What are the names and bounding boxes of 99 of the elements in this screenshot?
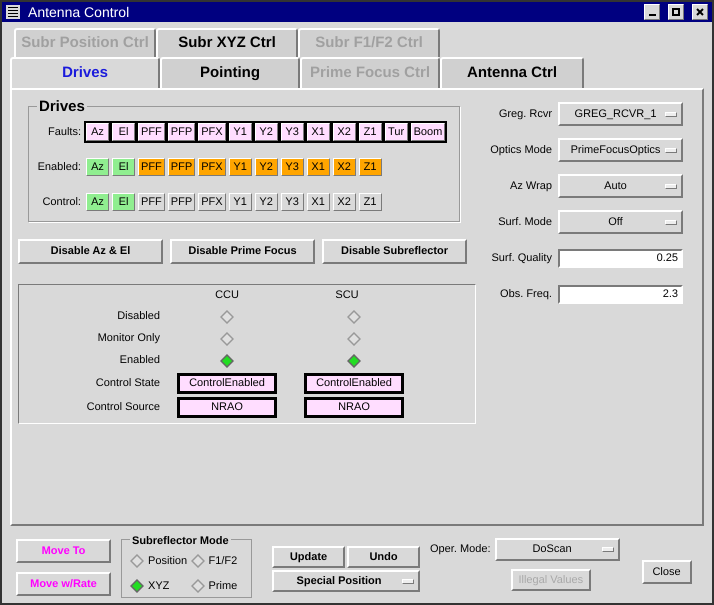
drive-indicator: X2 <box>332 123 356 141</box>
drive-indicator: X1 <box>306 193 330 211</box>
radio-option[interactable]: XYZ <box>130 575 190 597</box>
drive-indicator: PFX <box>198 193 226 211</box>
dropdown-indicator-icon <box>602 547 614 552</box>
dropdown[interactable]: PrimeFocusOptics <box>558 138 683 162</box>
drive-indicator: X1 <box>306 158 330 176</box>
status-value: ControlEnabled <box>177 373 277 394</box>
setting-label: Az Wrap <box>509 178 552 194</box>
radio-diamond[interactable] <box>220 332 234 346</box>
drive-indicator: El <box>112 123 135 141</box>
input-field[interactable]: 0.25 <box>558 248 683 268</box>
radio-diamond[interactable] <box>190 554 204 568</box>
radio-option[interactable]: F1/F2 <box>190 550 251 572</box>
drive-indicator: X2 <box>332 193 356 211</box>
drive-indicator: Y1 <box>228 123 252 141</box>
row-label: Control State <box>94 376 160 392</box>
column-header: SCU <box>334 288 360 303</box>
row-label: Control Source <box>86 400 160 416</box>
close-button[interactable]: Close <box>642 560 692 584</box>
status-value: NRAO <box>177 397 277 418</box>
row-label: Enabled <box>118 353 160 368</box>
radio-diamond[interactable] <box>220 354 234 368</box>
window-menu-icon[interactable] <box>6 5 20 19</box>
drive-indicator: PFP <box>168 123 196 141</box>
close-icon[interactable] <box>692 4 708 20</box>
tab[interactable]: Drives <box>10 57 160 88</box>
drive-indicator: PFP <box>168 193 196 211</box>
drive-indicator: El <box>112 158 135 176</box>
radio-option[interactable]: Prime <box>190 575 251 597</box>
radio-diamond[interactable] <box>130 579 144 593</box>
setting-label: Surf. Quality <box>490 250 552 266</box>
drive-indicator: X2 <box>332 158 356 176</box>
drive-indicator: Z1 <box>358 193 382 211</box>
dropdown-indicator-icon <box>665 184 677 188</box>
radio-diamond[interactable] <box>347 332 361 346</box>
row-label: Enabled: <box>36 160 81 175</box>
dropdown-indicator-icon <box>665 220 677 224</box>
minimize-icon[interactable] <box>644 4 660 20</box>
drive-indicator: Az <box>86 158 109 176</box>
drive-indicator: Az <box>86 193 109 211</box>
radio-diamond[interactable] <box>347 310 361 324</box>
drive-indicator: Y1 <box>228 193 252 211</box>
dropdown[interactable]: GREG_RCVR_1 <box>558 102 683 126</box>
disable-button[interactable]: Disable Subreflector <box>322 239 467 264</box>
oper-mode-dropdown[interactable]: DoScan <box>494 538 620 561</box>
input-field[interactable]: 2.3 <box>558 284 683 304</box>
column-header: CCU <box>214 288 240 303</box>
setting-label: Greg. Rcvr <box>498 106 552 122</box>
drive-indicator: Y3 <box>280 123 304 141</box>
dropdown[interactable]: Off <box>558 210 683 234</box>
drive-indicator: Y3 <box>280 193 304 211</box>
radio-diamond[interactable] <box>190 579 204 593</box>
update-button[interactable]: Update <box>272 546 345 568</box>
special-position-dropdown[interactable]: Special Position <box>272 570 420 592</box>
dropdown-indicator-icon <box>665 112 677 116</box>
drive-indicator: PFP <box>168 158 196 176</box>
drive-indicator: Y2 <box>254 193 278 211</box>
drive-indicator: X1 <box>306 123 330 141</box>
tab[interactable]: Subr XYZ Ctrl <box>156 28 298 57</box>
drive-indicator: Y2 <box>254 123 278 141</box>
row-label: Disabled <box>116 309 160 324</box>
drive-indicator: Y3 <box>280 158 304 176</box>
drive-indicator: PFX <box>198 158 226 176</box>
tab[interactable]: Antenna Ctrl <box>440 57 584 88</box>
drive-indicator: Az <box>86 123 109 141</box>
drive-indicator: PFF <box>138 193 165 211</box>
radio-diamond[interactable] <box>220 310 234 324</box>
drive-indicator: PFF <box>138 123 165 141</box>
dropdown-indicator-icon <box>402 578 414 584</box>
disable-button[interactable]: Disable Az & El <box>18 239 163 264</box>
drive-indicator: Y2 <box>254 158 278 176</box>
disable-button[interactable]: Disable Prime Focus <box>170 239 315 264</box>
drive-indicator: Z1 <box>358 158 382 176</box>
status-value: NRAO <box>304 397 404 418</box>
dropdown[interactable]: Auto <box>558 174 683 198</box>
drive-indicator: PFF <box>138 158 165 176</box>
setting-label: Surf. Mode <box>497 214 552 230</box>
undo-button[interactable]: Undo <box>347 546 420 568</box>
row-label: Monitor Only <box>96 331 160 346</box>
window-title: Antenna Control <box>28 2 130 22</box>
setting-label: Obs. Freq. <box>499 286 552 302</box>
oper-mode-label: Oper. Mode: <box>430 542 491 558</box>
row-label: Faults: <box>46 124 81 140</box>
maximize-icon[interactable] <box>668 4 684 20</box>
drive-indicator: Y1 <box>228 158 252 176</box>
radio-diamond[interactable] <box>347 354 361 368</box>
setting-label: Optics Mode <box>490 142 552 158</box>
drive-indicator: Z1 <box>358 123 382 141</box>
drive-indicator: Boom <box>410 123 446 141</box>
drive-indicator: El <box>112 193 135 211</box>
status-value: ControlEnabled <box>304 373 404 394</box>
tab[interactable]: Pointing <box>160 57 300 88</box>
dropdown-indicator-icon <box>665 148 677 152</box>
drive-indicator: PFX <box>198 123 226 141</box>
drive-indicator: Tur <box>384 123 408 141</box>
row-label: Control: <box>41 194 81 210</box>
radio-diamond[interactable] <box>130 554 144 568</box>
radio-option[interactable]: Position <box>130 550 190 572</box>
